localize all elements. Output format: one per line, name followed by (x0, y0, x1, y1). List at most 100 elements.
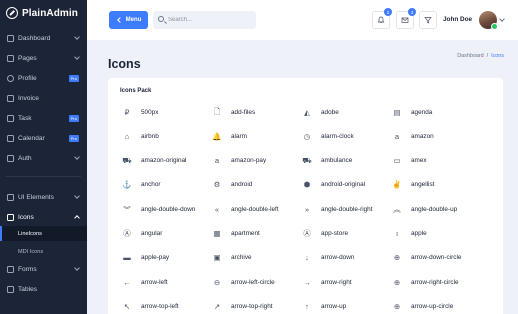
icon-item[interactable]: ₽500px (120, 105, 159, 119)
lock-icon (7, 154, 14, 162)
icon-name: arrow-top-right (231, 302, 273, 310)
sidebar-item-tables[interactable]: Tables (0, 280, 87, 298)
icon-item[interactable]: Ⓐapp-store (300, 227, 348, 241)
icon-item[interactable]: 🔔 alarm (210, 129, 247, 143)
icon-item[interactable]: ▭ amex (390, 154, 426, 168)
icon-item[interactable]: ⛟ ambulance (300, 154, 352, 168)
icon-item[interactable]: ⚓ anchor (120, 178, 161, 192)
500px-icon: ₽ (124, 107, 130, 117)
icon-name: amazon-original (141, 157, 187, 165)
sidebar-item-label: Pages (18, 54, 37, 62)
filter-button[interactable] (419, 11, 437, 29)
icon-name: arrow-up (321, 302, 347, 310)
icon-name: apartment (231, 230, 260, 237)
icon-item[interactable]: ⛟ amazon-original (120, 154, 186, 168)
page-title: Icons (108, 57, 141, 71)
icon-item[interactable]: ✌ angellist (390, 178, 434, 192)
icon-item[interactable]: ⊕ arrow-up-circle (390, 299, 453, 313)
icon-item[interactable]: ⊕ arrow-right-circle (390, 275, 459, 289)
arrow-down-circle-icon: ⊕ (393, 253, 401, 263)
icon-name: android (231, 181, 253, 189)
chevron-down-icon[interactable] (499, 16, 505, 22)
icon-item[interactable]: ◭ adobe (300, 105, 339, 119)
brand-name: PlainAdmin (22, 7, 79, 19)
sidebar-item-calendar[interactable]: Calendar Pro (0, 129, 87, 147)
icon-item[interactable]: ▬ apple-pay (120, 251, 169, 265)
alarm-clock-icon: ◷ (303, 131, 311, 141)
icon-name: agenda (411, 108, 433, 116)
icon-item[interactable]: ⚙ android (210, 178, 253, 192)
icon-item[interactable]: « angle-double-left (210, 202, 279, 216)
icon-item[interactable]: ↑ arrow-up (300, 299, 346, 313)
icon-item[interactable]: Ⓐangular (120, 227, 162, 241)
icon-item[interactable]: ⌂ airbnb (120, 129, 159, 143)
menu-button-label: Menu (125, 17, 142, 23)
icon-item[interactable]: 🗋 add-files (210, 105, 255, 119)
icon-name: anchor (141, 181, 161, 189)
icon-item[interactable]: ▣ archive (210, 251, 251, 265)
icon-item[interactable]: » angle-double-right (300, 202, 373, 216)
logo-icon (6, 7, 18, 19)
breadcrumb-separator: / (486, 53, 489, 59)
icon-item[interactable]: ⬢ android-original (300, 178, 365, 192)
angle-double-down-icon: ︾ (123, 204, 131, 214)
breadcrumb-item-dashboard[interactable]: Dashboard (457, 53, 483, 59)
icon-name: add-files (231, 108, 256, 116)
card-title: Icons Pack (120, 88, 152, 94)
icon-item[interactable]: ⊕ arrow-down-circle (390, 251, 462, 265)
search-input[interactable] (168, 11, 252, 29)
sidebar-item-forms[interactable]: Forms (0, 260, 87, 278)
breadcrumb-item-current: Icons (491, 53, 504, 59)
icon-item[interactable]: ⊖ arrow-left-circle (210, 275, 275, 289)
icon-item[interactable]: ← arrow-left (120, 275, 167, 289)
sidebar-item-auth[interactable]: Auth (0, 149, 87, 167)
icons-icon (7, 213, 14, 221)
sidebar-item-task[interactable]: Task Pro (0, 109, 87, 127)
sidebar-item-ui-elements[interactable]: UI Elements (0, 188, 87, 206)
android-icon: ⚙ (213, 180, 221, 190)
sidebar-subitem-lineicons[interactable]: LineIcons (0, 226, 87, 241)
menu-button[interactable]: Menu (109, 11, 148, 29)
bell-icon (377, 16, 385, 23)
icon-item[interactable]: ︽ angle-double-up (390, 202, 457, 216)
notifications-button[interactable]: 2 (372, 8, 392, 29)
icon-name: ambulance (321, 157, 353, 165)
chevron-down-icon (74, 265, 80, 271)
sidebar-subitem-label: MDI Icons (18, 248, 44, 255)
icon-item[interactable]: ◷ alarm-clock (300, 129, 354, 143)
icon-item[interactable]: ︾ angle-double-down (120, 202, 195, 216)
top-header: Menu 2 3 John Doe (87, 0, 518, 40)
icon-name: arrow-right-circle (411, 278, 459, 286)
ambulance-icon: ⛟ (302, 155, 312, 165)
sidebar-item-profile[interactable]: Profile Pro (0, 69, 87, 87)
icon-item[interactable]: → arrow-right (300, 275, 351, 289)
icon-name: angle-double-left (231, 205, 279, 213)
sidebar-item-invoice[interactable]: Invoice (0, 89, 87, 107)
sidebar-item-label: Icons (18, 213, 34, 221)
icon-item[interactable]: ▦ apartment (210, 227, 260, 241)
icon-item[interactable]: a amazon-pay (210, 154, 266, 168)
sidebar-item-pages[interactable]: Pages (0, 49, 87, 67)
icons-card: Icons Pack ₽500px 🗋 add-files ◭ adobe ▤ agenda… (108, 78, 503, 314)
icon-name: angle-double-down (141, 205, 196, 213)
search-icon (158, 16, 164, 22)
icon-item[interactable]: ↖ arrow-top-left (120, 299, 179, 313)
sidebar-item-dashboard[interactable]: Dashboard (0, 29, 87, 47)
chevron-left-icon (116, 17, 123, 23)
icon-name: 500px (141, 108, 159, 116)
icon-item[interactable]: a amazon (390, 129, 434, 143)
icon-item[interactable]: ↗ arrow-top-right (210, 299, 273, 313)
icon-item[interactable]: ↓ arrow-down (300, 251, 354, 265)
icon-name: android-original (321, 181, 366, 189)
icon-item[interactable]: ▤ agenda (390, 105, 432, 119)
sidebar-subitem-mdi-icons[interactable]: MDI Icons (0, 244, 87, 259)
sidebar-subitem-label: LineIcons (18, 230, 42, 237)
icon-name: alarm (231, 132, 247, 140)
sidebar-item-icons[interactable]: Icons (0, 208, 87, 226)
icon-item[interactable]: ♁ apple (390, 227, 426, 241)
brand-logo[interactable]: PlainAdmin (6, 7, 78, 19)
avatar[interactable] (479, 11, 498, 30)
arrow-right-icon: → (303, 277, 311, 287)
messages-button[interactable]: 3 (396, 8, 416, 29)
user-name[interactable]: John Doe (443, 16, 472, 23)
